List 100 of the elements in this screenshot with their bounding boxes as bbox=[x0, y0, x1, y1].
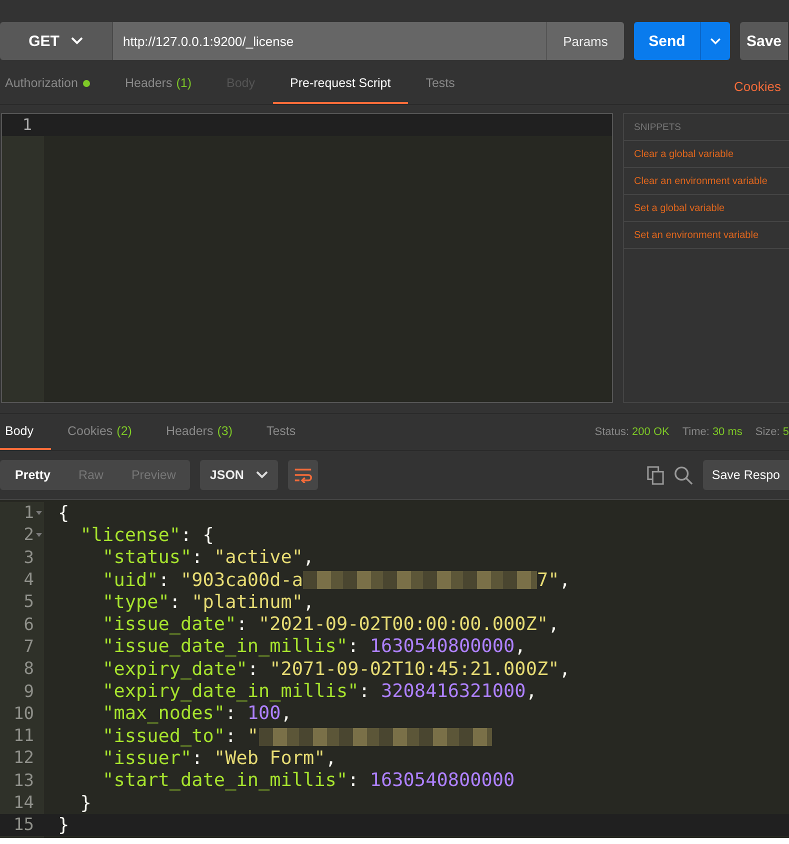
meta-value: 30 ms bbox=[712, 426, 742, 438]
json-key: "max_nodes" bbox=[58, 703, 226, 724]
request-tab[interactable]: Headers (1) bbox=[108, 64, 208, 104]
json-key: "issue_date_in_millis" bbox=[58, 636, 348, 658]
response-tab[interactable]: Cookies (2) bbox=[50, 414, 149, 450]
line-number: 6 bbox=[24, 614, 34, 635]
json-punctuation: } bbox=[58, 814, 70, 836]
line-number: 9 bbox=[24, 682, 34, 702]
meta-label: Time: bbox=[682, 426, 710, 438]
meta-value: 200 OK bbox=[632, 426, 670, 438]
response-tab[interactable]: Tests bbox=[249, 414, 313, 450]
line-number: 3 bbox=[24, 548, 34, 568]
json-punctuation: : bbox=[348, 770, 360, 792]
json-punctuation: : bbox=[169, 592, 182, 613]
response-tab[interactable]: Body bbox=[0, 414, 50, 450]
json-string: "2021-09-02T00:00:00.000Z" bbox=[258, 614, 548, 636]
json-punctuation: : bbox=[225, 703, 238, 724]
json-punctuation: , bbox=[303, 547, 314, 568]
line-number: 12 bbox=[14, 748, 34, 768]
url-field[interactable]: http://127.0.0.1:9200/_license bbox=[112, 22, 546, 60]
json-punctuation: , bbox=[548, 614, 560, 636]
json-string: "903ca00d-a bbox=[180, 570, 304, 591]
line-number: 2 bbox=[24, 525, 34, 546]
request-tab[interactable]: Pre-request Script bbox=[273, 64, 408, 104]
json-punctuation: : bbox=[358, 681, 371, 702]
line-number: 4 bbox=[24, 570, 34, 590]
line-number: 7 bbox=[24, 636, 34, 657]
line-number: 13 bbox=[14, 770, 34, 791]
copy-icon[interactable] bbox=[646, 466, 664, 484]
snippet-link[interactable]: Clear an environment variable bbox=[634, 176, 768, 186]
save-response-button[interactable]: Save Respo bbox=[702, 460, 789, 490]
search-icon[interactable] bbox=[674, 466, 693, 484]
line-number: 1 bbox=[24, 503, 34, 524]
format-dropdown[interactable]: JSON bbox=[200, 460, 278, 490]
json-punctuation: , bbox=[514, 636, 526, 658]
json-key: "uid" bbox=[58, 570, 158, 591]
json-key: "expiry_date" bbox=[58, 658, 248, 680]
line-number: 8 bbox=[24, 659, 34, 680]
wrap-icon bbox=[294, 467, 312, 483]
json-punctuation: , bbox=[325, 748, 336, 769]
json-key: "issue_date" bbox=[58, 614, 236, 636]
view-mode-tab[interactable]: Pretty bbox=[0, 460, 64, 490]
json-string: "platinum" bbox=[192, 592, 304, 613]
snippet-link[interactable]: Set a global variable bbox=[634, 202, 725, 214]
snippet-link[interactable]: Set an environment variable bbox=[634, 230, 759, 240]
json-punctuation: : bbox=[247, 658, 260, 680]
json-punctuation: { bbox=[58, 502, 70, 524]
fold-icon[interactable] bbox=[36, 511, 42, 516]
json-punctuation: } bbox=[79, 792, 92, 814]
line-number: 14 bbox=[14, 793, 34, 813]
chevron-icon bbox=[256, 471, 268, 479]
meta-value: 5 bbox=[782, 426, 789, 438]
json-punctuation: , bbox=[303, 592, 314, 613]
send-button[interactable]: Send bbox=[634, 22, 700, 60]
snippet-link[interactable]: Clear a global variable bbox=[634, 148, 734, 160]
json-key: "issued_to" bbox=[58, 726, 226, 747]
json-key: "issuer" bbox=[58, 748, 192, 769]
json-punctuation: : bbox=[236, 614, 248, 636]
json-punctuation: , bbox=[280, 703, 292, 724]
json-punctuation: , bbox=[559, 570, 570, 591]
meta-label: Size: bbox=[755, 426, 780, 438]
line-number: 10 bbox=[14, 704, 34, 724]
method-dropdown[interactable]: GET bbox=[0, 22, 112, 60]
json-punctuation: : { bbox=[180, 524, 214, 546]
json-string: " bbox=[247, 726, 258, 747]
json-key: "license" bbox=[58, 524, 181, 546]
script-editor[interactable]: 1 bbox=[1, 113, 613, 403]
json-number: 1630540800000 bbox=[370, 636, 515, 658]
json-number: 3208416321000 bbox=[381, 681, 526, 702]
json-string: 7" bbox=[536, 570, 560, 591]
json-punctuation: : bbox=[158, 570, 170, 591]
response-tab[interactable]: Headers (3) bbox=[148, 414, 250, 450]
json-punctuation: : bbox=[192, 748, 204, 769]
request-tab[interactable]: Authorization bbox=[0, 64, 107, 104]
json-punctuation: , bbox=[559, 658, 570, 680]
params-button[interactable]: Params bbox=[546, 22, 624, 60]
json-key: "expiry_date_in_millis" bbox=[58, 681, 359, 702]
cookies-link[interactable]: Cookies bbox=[734, 78, 781, 94]
chevron-icon bbox=[71, 37, 84, 45]
line-number: 5 bbox=[24, 592, 34, 612]
json-punctuation: , bbox=[526, 681, 537, 702]
json-string: "2071-09-02T10:45:21.000Z" bbox=[270, 658, 560, 680]
json-key: "type" bbox=[58, 592, 170, 613]
meta-label: Status: bbox=[594, 426, 630, 438]
request-tab[interactable]: Tests bbox=[408, 64, 472, 104]
json-punctuation: : bbox=[348, 636, 360, 658]
line-number: 11 bbox=[14, 726, 34, 746]
json-string: "Web Form" bbox=[214, 748, 326, 769]
json-number: 100 bbox=[247, 703, 281, 724]
wrap-lines-button[interactable] bbox=[288, 460, 318, 490]
send-options-button[interactable] bbox=[700, 22, 730, 60]
save-button[interactable]: Save bbox=[740, 22, 788, 60]
json-punctuation: : bbox=[225, 726, 238, 747]
line-number: 1 bbox=[2, 114, 44, 136]
json-key: "status" bbox=[58, 547, 192, 568]
json-number: 1630540800000 bbox=[370, 770, 515, 792]
json-key: "start_date_in_millis" bbox=[58, 770, 348, 792]
snippets-title: SNIPPETS bbox=[634, 122, 681, 132]
fold-icon[interactable] bbox=[36, 533, 42, 538]
chevron-icon bbox=[710, 38, 721, 44]
